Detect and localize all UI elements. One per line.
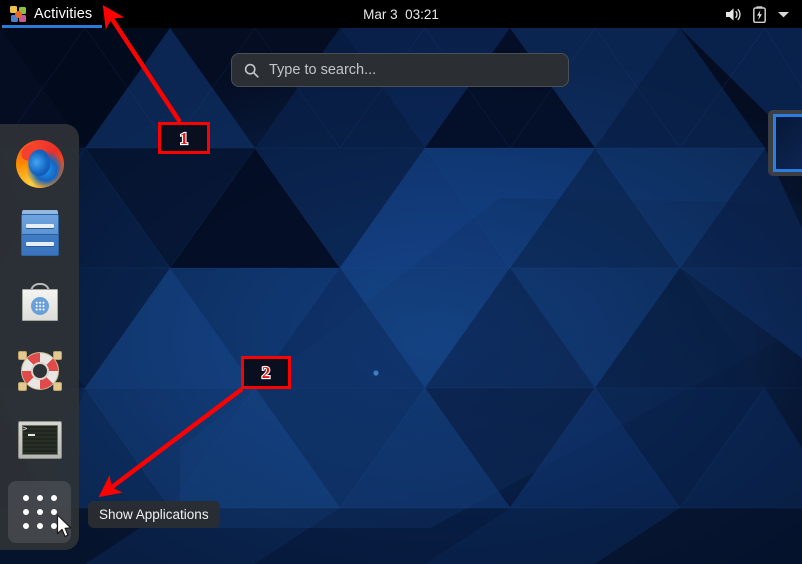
window-preview[interactable] [768, 110, 802, 176]
show-applications-tooltip: Show Applications [88, 501, 220, 528]
file-cabinet-icon [20, 210, 59, 256]
show-applications-button[interactable] [8, 481, 71, 543]
window-preview-inner [773, 114, 802, 172]
dash-item-software[interactable] [8, 271, 71, 333]
search-placeholder: Type to search... [269, 62, 377, 78]
clock-label[interactable]: Mar 3 03:21 [363, 7, 439, 22]
tooltip-label: Show Applications [99, 507, 209, 522]
activities-label: Activities [34, 6, 93, 22]
volume-speaker-icon[interactable] [725, 7, 742, 22]
chevron-down-icon[interactable] [777, 10, 790, 19]
desktop-screen: Activities Mar 3 03:21 Type to search...… [0, 0, 802, 564]
dash-dock: > [0, 124, 79, 550]
dash-item-firefox[interactable] [8, 133, 71, 195]
shopping-bag-icon [19, 281, 61, 323]
app-grid-icon [22, 495, 57, 529]
terminal-icon: > [17, 421, 62, 459]
firefox-icon [15, 140, 64, 188]
dash-item-terminal[interactable]: > [8, 409, 71, 471]
activities-active-underline [2, 25, 103, 28]
activities-button[interactable]: Activities [0, 0, 104, 28]
search-input[interactable]: Type to search... [231, 53, 569, 87]
status-area[interactable] [725, 0, 796, 28]
wallpaper-polygons [0, 28, 802, 564]
dash-item-files[interactable] [8, 202, 71, 264]
top-bar: Activities Mar 3 03:21 [0, 0, 802, 28]
gnome-pinwheel-icon [10, 5, 27, 23]
battery-charging-icon[interactable] [753, 5, 766, 23]
clock: Mar 3 03:21 [0, 0, 802, 28]
dash-item-help[interactable] [8, 340, 71, 402]
lifebuoy-icon [17, 349, 62, 393]
search-icon [244, 63, 259, 78]
desktop-wallpaper [0, 28, 802, 564]
